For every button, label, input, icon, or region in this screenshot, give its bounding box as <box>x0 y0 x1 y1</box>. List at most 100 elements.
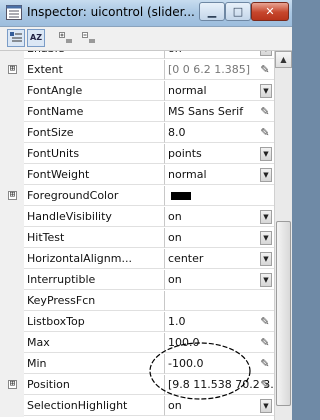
row-gutter <box>0 249 24 270</box>
property-value[interactable]: -100.0 ✎ <box>165 354 274 374</box>
minimize-button[interactable]: ▁ <box>199 2 225 21</box>
property-value-text: normal <box>168 84 207 97</box>
row-gutter <box>0 102 24 123</box>
expand-icon[interactable]: ⊞ <box>8 65 17 74</box>
expand-all-button[interactable] <box>57 29 75 47</box>
dropdown-arrow-icon[interactable]: ▼ <box>260 252 272 266</box>
property-value[interactable]: 1.0 ✎ <box>165 312 274 332</box>
alphabetical-view-button[interactable]: AZ <box>27 29 45 47</box>
row-gutter: ⊞ <box>0 186 24 207</box>
property-row[interactable]: ⊞ Extent [0 0 6.2 1.385] ✎ <box>0 60 274 81</box>
property-name: HandleVisibility <box>24 207 165 227</box>
maximize-icon: □ <box>232 5 244 18</box>
dropdown-arrow-icon[interactable]: ▼ <box>260 231 272 245</box>
property-value-text: on <box>168 273 182 286</box>
property-row[interactable]: KeyPressFcn <box>0 291 274 312</box>
property-name: Extent <box>24 60 165 80</box>
property-value[interactable]: MS Sans Serif ✎ <box>165 102 274 122</box>
row-gutter <box>0 312 24 333</box>
property-value[interactable]: on ▼ <box>165 270 274 290</box>
property-name: FontUnits <box>24 144 165 164</box>
edit-pencil-icon[interactable]: ✎ <box>259 315 271 329</box>
property-name: FontSize <box>24 123 165 143</box>
dropdown-arrow-icon[interactable]: ▼ <box>260 147 272 161</box>
minimize-icon: ▁ <box>207 5 217 18</box>
dropdown-arrow-icon[interactable]: ▼ <box>260 84 272 98</box>
property-value[interactable] <box>165 291 274 311</box>
property-name: FontAngle <box>24 81 165 101</box>
expand-icon[interactable]: ⊞ <box>8 191 17 200</box>
dropdown-arrow-icon[interactable]: ▼ <box>260 273 272 287</box>
vertical-scrollbar[interactable]: ▲ <box>274 51 292 420</box>
property-row[interactable]: FontSize 8.0 ✎ <box>0 123 274 144</box>
property-row[interactable]: Max 100.0 ✎ <box>0 333 274 354</box>
categorized-view-button[interactable] <box>7 29 25 47</box>
property-row[interactable]: FontWeight normal ▼ <box>0 165 274 186</box>
property-value-text: MS Sans Serif <box>168 105 244 118</box>
property-value[interactable]: normal ▼ <box>165 165 274 185</box>
property-row[interactable]: ⊞ Position [9.8 11.538 70.2 3... ✎ <box>0 375 274 396</box>
scroll-up-button[interactable]: ▲ <box>275 51 292 68</box>
row-gutter <box>0 396 24 417</box>
inspector-toolbar: AZ <box>0 27 292 51</box>
property-value[interactable]: normal ▼ <box>165 81 274 101</box>
dropdown-arrow-icon[interactable]: ▼ <box>260 210 272 224</box>
property-name: HorizontalAlignm... <box>24 249 165 269</box>
edit-pencil-icon[interactable]: ✎ <box>259 63 271 77</box>
property-row[interactable]: Min -100.0 ✎ <box>0 354 274 375</box>
property-row[interactable]: SelectionHighlight on ▼ <box>0 396 274 417</box>
collapse-all-button[interactable] <box>80 29 98 47</box>
property-name: KeyPressFcn <box>24 291 165 311</box>
sort-alphabetical-icon: AZ <box>30 33 42 42</box>
property-value[interactable]: on ▼ <box>165 51 274 59</box>
row-gutter <box>0 165 24 186</box>
row-gutter <box>0 354 24 375</box>
property-name: Interruptible <box>24 270 165 290</box>
property-row[interactable]: Interruptible on ▼ <box>0 270 274 291</box>
property-row[interactable]: HitTest on ▼ <box>0 228 274 249</box>
property-value[interactable]: on ▼ <box>165 207 274 227</box>
edit-pencil-icon[interactable]: ✎ <box>259 357 271 371</box>
property-value[interactable] <box>165 186 274 206</box>
property-value[interactable]: [0 0 6.2 1.385] ✎ <box>165 60 274 80</box>
edit-pencil-icon[interactable]: ✎ <box>259 126 271 140</box>
edit-pencil-icon[interactable]: ✎ <box>259 378 271 392</box>
expand-icon[interactable]: ⊞ <box>8 380 17 389</box>
maximize-button[interactable]: □ <box>225 2 251 21</box>
title-bar[interactable]: Inspector: uicontrol (slider... ▁ □ ✕ <box>0 0 292 27</box>
dropdown-arrow-icon[interactable]: ▼ <box>260 399 272 413</box>
property-value[interactable]: on ▼ <box>165 396 274 416</box>
property-value-text: on <box>168 231 182 244</box>
row-gutter <box>0 270 24 291</box>
property-row[interactable]: FontUnits points ▼ <box>0 144 274 165</box>
property-value-text: points <box>168 147 202 160</box>
dropdown-arrow-icon[interactable]: ▼ <box>260 51 272 56</box>
property-value[interactable]: 100.0 ✎ <box>165 333 274 353</box>
property-value[interactable]: 8.0 ✎ <box>165 123 274 143</box>
property-value[interactable]: center ▼ <box>165 249 274 269</box>
row-gutter <box>0 144 24 165</box>
property-name: FontName <box>24 102 165 122</box>
property-value-text: 8.0 <box>168 126 186 139</box>
property-value[interactable]: on ▼ <box>165 228 274 248</box>
property-row[interactable]: ⊞ ForegroundColor <box>0 186 274 207</box>
row-gutter: ⊞ <box>0 375 24 396</box>
property-row[interactable]: FontName MS Sans Serif ✎ <box>0 102 274 123</box>
edit-pencil-icon[interactable]: ✎ <box>259 105 271 119</box>
row-gutter <box>0 81 24 102</box>
property-row[interactable]: FontAngle normal ▼ <box>0 81 274 102</box>
property-row[interactable]: HandleVisibility on ▼ <box>0 207 274 228</box>
property-row[interactable]: ListboxTop 1.0 ✎ <box>0 312 274 333</box>
edit-pencil-icon[interactable]: ✎ <box>259 336 271 350</box>
property-value-text: on <box>168 51 182 55</box>
scrollbar-thumb[interactable] <box>276 221 291 406</box>
row-gutter <box>0 207 24 228</box>
close-button[interactable]: ✕ <box>251 2 289 21</box>
property-row[interactable]: HorizontalAlignm... center ▼ <box>0 249 274 270</box>
property-row[interactable]: Enableon ▼ <box>0 51 274 60</box>
property-value[interactable]: [9.8 11.538 70.2 3... ✎ <box>165 375 274 395</box>
row-gutter <box>0 228 24 249</box>
dropdown-arrow-icon[interactable]: ▼ <box>260 168 272 182</box>
property-value[interactable]: points ▼ <box>165 144 274 164</box>
row-gutter <box>0 291 24 312</box>
